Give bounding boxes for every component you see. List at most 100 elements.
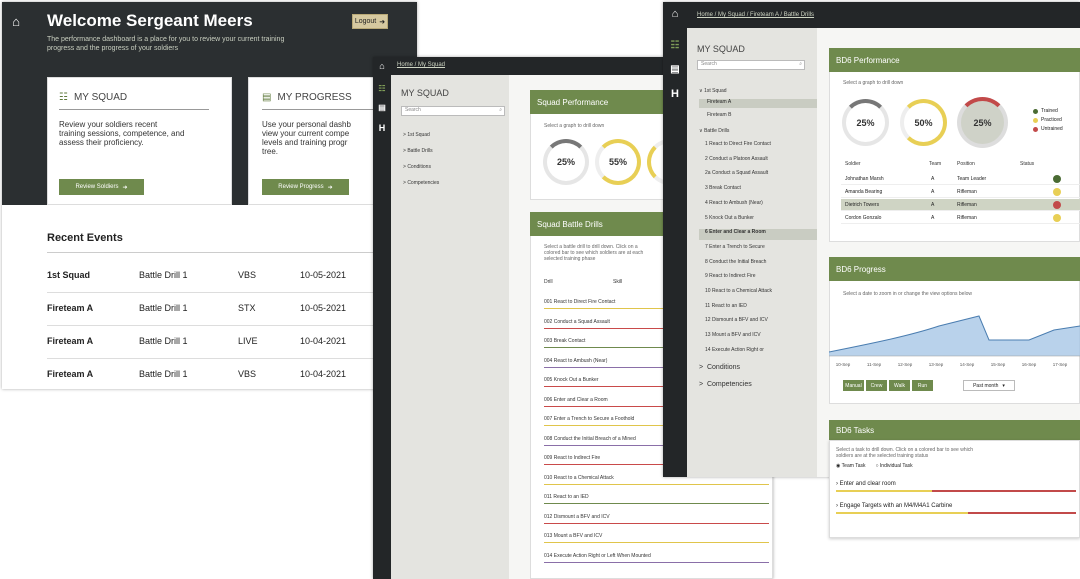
soldier-position: Rifleman xyxy=(957,202,977,208)
sidebar-nav-item[interactable]: > Competencies xyxy=(403,180,439,186)
drill-nav-item[interactable]: 13 Mount a BFV and ICV xyxy=(699,332,817,343)
fireteam-window: ⌂ ☷ ▤ H Home / My Squad / Fireteam A / B… xyxy=(663,2,1080,477)
drill-label: 009 React to Indirect Fire xyxy=(544,455,601,461)
drill-row[interactable]: 014 Execute Action Right or Left When Mo… xyxy=(544,551,769,567)
search-field[interactable]: Search ⌕ xyxy=(401,106,505,116)
progress-card-header: ▤ MY PROGRESS xyxy=(262,92,352,103)
event-date: 10-04-2021 xyxy=(300,369,347,379)
view-mode-button[interactable]: Crew xyxy=(866,380,887,391)
drill-nav-item[interactable]: 2 Conduct a Platoon Assault xyxy=(699,156,817,167)
ring-untrained[interactable]: 25% xyxy=(957,97,1008,148)
sidebar-title: MY SQUAD xyxy=(697,44,745,54)
chevron-right-icon: › xyxy=(836,503,838,509)
drill-label: 005 Knock Out a Bunker xyxy=(544,377,599,383)
event-unit: Fireteam A xyxy=(47,336,94,346)
drill-nav-item[interactable]: 9 React to Indirect Fire xyxy=(699,273,817,284)
ring-practiced[interactable]: 55% xyxy=(595,139,641,185)
view-mode-button[interactable]: Walk xyxy=(889,380,910,391)
view-mode-button[interactable]: Manual xyxy=(843,380,864,391)
legend-label: Trained xyxy=(1041,108,1058,114)
drill-nav-item[interactable]: 3 Break Contact xyxy=(699,185,817,196)
breadcrumb[interactable]: Home / My Squad / Fireteam A / Battle Dr… xyxy=(697,12,814,18)
nav-rail: ⌂ ☷ ▤ H xyxy=(663,2,687,477)
drill-nav-label: 14 Execute Action Right or xyxy=(705,346,764,353)
history-icon[interactable]: H xyxy=(373,123,391,133)
progress-icon[interactable]: ▤ xyxy=(373,103,391,112)
status-dot xyxy=(1053,201,1061,209)
squad-icon[interactable]: ☷ xyxy=(663,40,687,51)
ring-trained[interactable]: 25% xyxy=(543,139,589,185)
drill-label: 011 React to an IED xyxy=(544,494,589,500)
drill-nav-item[interactable]: 4 React to Ambush (Near) xyxy=(699,200,817,211)
drill-status-bar[interactable] xyxy=(544,522,769,524)
event-row[interactable]: Fireteam A Battle Drill 1 VBS 10-04-2021 xyxy=(47,359,377,389)
drill-nav-item[interactable]: 2a Conduct a Squad Assault xyxy=(699,170,817,181)
drill-label: 003 Break Contact xyxy=(544,338,586,344)
squad-card-text: Review your soldiers recent training ses… xyxy=(59,120,185,147)
review-soldiers-button[interactable]: Review Soldiers ➜ xyxy=(59,179,144,195)
squad-icon[interactable]: ☷ xyxy=(373,84,391,93)
sidebar-nav-item[interactable]: > Battle Drills xyxy=(403,148,433,154)
event-row[interactable]: Fireteam A Battle Drill 1 STX 10-05-2021 xyxy=(47,293,377,326)
event-type: STX xyxy=(238,303,256,313)
home-icon[interactable]: ⌂ xyxy=(663,8,687,20)
event-drill: Battle Drill 1 xyxy=(139,303,188,313)
drill-nav-label: 6 Enter and Clear a Room xyxy=(705,229,766,236)
view-mode-button[interactable]: Run xyxy=(912,380,933,391)
battle-drills-tree-item[interactable]: ∨ Battle Drills xyxy=(699,128,729,134)
team-task-filter[interactable]: ◉ Team Task xyxy=(836,463,865,469)
task-bar[interactable] xyxy=(836,490,1076,492)
drill-row[interactable]: 011 React to an IED xyxy=(544,492,769,508)
drill-row[interactable]: 013 Mount a BFV and ICV xyxy=(544,531,769,547)
sidebar-nav-item[interactable]: > 1st Squad xyxy=(403,132,430,138)
home-icon[interactable]: ⌂ xyxy=(6,14,26,29)
x-tick-label: 14-Sep xyxy=(960,362,975,367)
progress-icon[interactable]: ▤ xyxy=(663,64,687,75)
sidebar-nav-label: Conditions xyxy=(407,164,431,170)
drill-status-bar[interactable] xyxy=(544,561,769,563)
col-skill-header: Skill xyxy=(613,279,623,285)
drill-status-bar[interactable] xyxy=(544,503,769,504)
table-row[interactable]: Amanda Bearing A Rifleman xyxy=(841,186,1080,198)
drill-nav-item[interactable]: 7 Enter a Trench to Secure xyxy=(699,244,817,255)
table-row[interactable]: Johnathan Marsh A Team Leader xyxy=(841,173,1080,185)
fireteam-b-item[interactable]: Fireteam B xyxy=(707,112,731,118)
fireteam-a-item[interactable]: Fireteam A xyxy=(699,99,817,108)
table-row[interactable]: Cordon Gonzalo A Rifleman xyxy=(841,212,1080,224)
squad-tree-item[interactable]: ∨ 1st Squad xyxy=(699,88,727,94)
event-row[interactable]: 1st Squad Battle Drill 1 VBS 10-05-2021 xyxy=(47,260,377,293)
individual-task-filter[interactable]: ○ Individual Task xyxy=(875,463,912,469)
drill-nav-item[interactable]: 5 Knock Out a Bunker xyxy=(699,215,817,226)
drill-nav-item[interactable]: 8 Conduct the Initial Breach xyxy=(699,259,817,270)
home-icon[interactable]: ⌂ xyxy=(373,61,391,71)
drill-status-bar[interactable] xyxy=(544,542,769,543)
range-select[interactable]: Past month ▾ xyxy=(963,380,1015,391)
review-progress-button[interactable]: Review Progress ➜ xyxy=(262,179,349,195)
drill-nav-item[interactable]: 6 Enter and Clear a Room xyxy=(699,229,817,241)
breadcrumb[interactable]: Home / My Squad xyxy=(397,62,445,68)
competencies-item[interactable]: > Competencies xyxy=(699,381,752,388)
drill-nav-item[interactable]: 11 React to an IED xyxy=(699,303,817,314)
drill-nav-item[interactable]: 14 Execute Action Right or xyxy=(699,347,817,358)
drill-nav-label: 9 React to Indirect Fire xyxy=(705,273,756,280)
drill-status-bar[interactable] xyxy=(544,483,769,485)
logout-icon: ➜ xyxy=(379,18,386,26)
progress-area-chart[interactable]: 10-Sep 11-Sep 12-Sep 13-Sep 14-Sep 15-Sep 16-S… xyxy=(829,300,1080,372)
table-row[interactable]: Dietrich Towers A Rifleman xyxy=(841,199,1080,211)
task-row[interactable]: › Engage Targets with an M4/M4A1 Carbine xyxy=(836,503,1076,514)
sidebar-nav-item[interactable]: > Conditions xyxy=(403,164,431,170)
ring-practiced[interactable]: 50% xyxy=(900,99,947,146)
history-icon[interactable]: H xyxy=(663,88,687,100)
x-tick-label: 17-Sep xyxy=(1053,362,1068,367)
conditions-item[interactable]: > Conditions xyxy=(699,364,740,371)
search-field[interactable]: Search ⌕ xyxy=(697,60,805,70)
drill-nav-item[interactable]: 10 React to a Chemical Attack xyxy=(699,288,817,299)
task-row[interactable]: › Enter and clear room xyxy=(836,481,1076,492)
drill-row[interactable]: 012 Dismount a BFV and ICV xyxy=(544,512,769,528)
logout-button[interactable]: Logout ➜ xyxy=(352,14,388,29)
event-row[interactable]: Fireteam A Battle Drill 1 LIVE 10-04-2021 xyxy=(47,326,377,359)
drill-nav-item[interactable]: 1 React to Direct Fire Contact xyxy=(699,141,817,152)
task-bar[interactable] xyxy=(836,512,1076,514)
drill-nav-item[interactable]: 12 Dismount a BFV and ICV xyxy=(699,317,817,328)
ring-trained[interactable]: 25% xyxy=(842,99,889,146)
